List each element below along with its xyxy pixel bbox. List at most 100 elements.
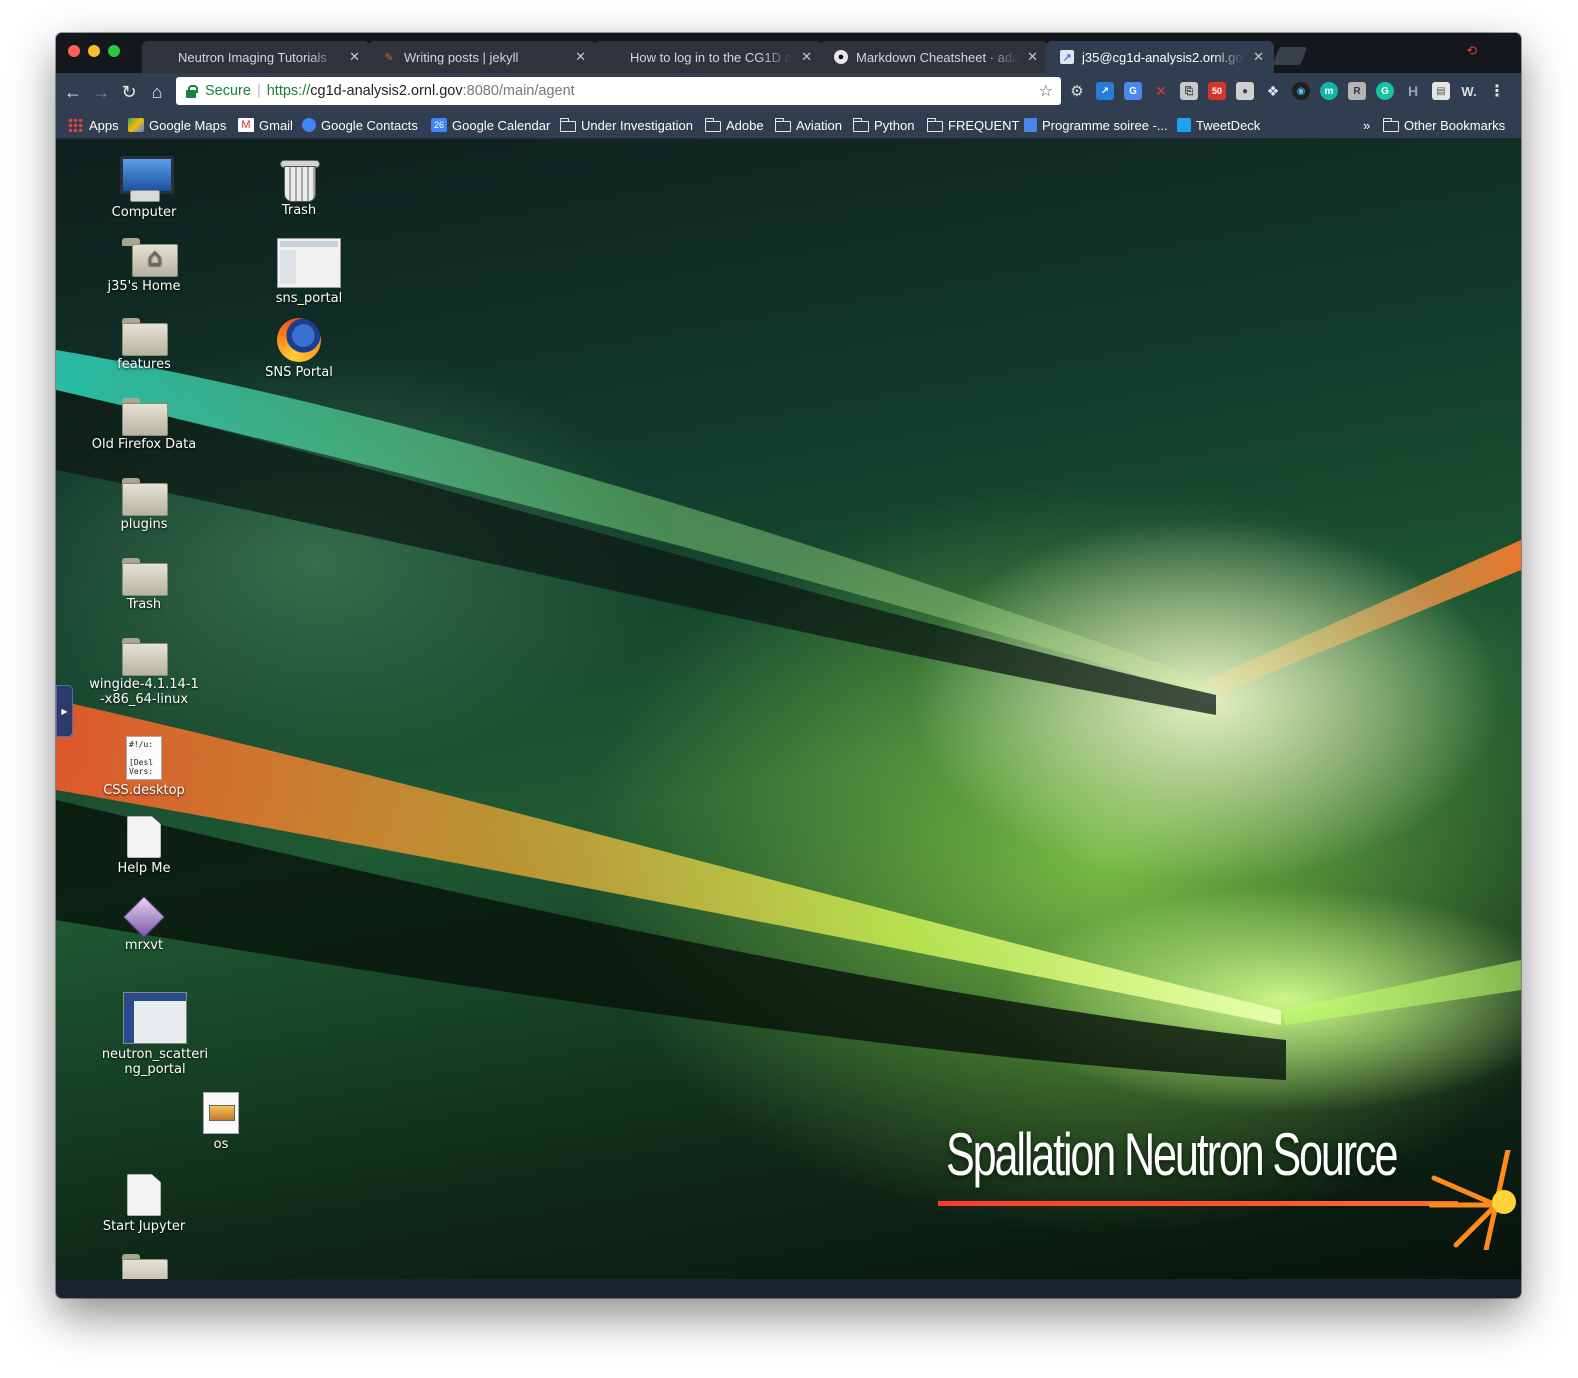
folder-icon (122, 1254, 168, 1279)
address-bar[interactable]: Secure | https:// cg1d-analysis2.ornl.go… (176, 77, 1061, 105)
zoom-window-button[interactable] (108, 45, 120, 57)
folder-icon (1382, 117, 1399, 132)
bookmark-aviation[interactable]: Aviation (774, 116, 842, 134)
wikiwand-icon[interactable]: W. (1460, 82, 1478, 100)
browser-window: Neutron Imaging Tutorials ✕ ✎ Writing po… (56, 33, 1521, 1298)
bookmark-adobe[interactable]: Adobe (704, 116, 764, 134)
gear-icon[interactable]: ⚙ (1068, 82, 1086, 100)
lock-icon (186, 84, 198, 98)
tab-title: Writing posts | jekyll (404, 49, 519, 65)
bookmark-other-bookmarks[interactable]: Other Bookmarks (1382, 116, 1505, 134)
tab-markdown-cheatsheet[interactable]: ● Markdown Cheatsheet · adam-p ✕ (820, 41, 1048, 73)
forward-icon[interactable]: → (90, 81, 112, 103)
blocker-icon[interactable]: ✕ (1152, 82, 1170, 100)
icon-label: Trash (126, 597, 162, 612)
bookmark-label: TweetDeck (1196, 117, 1261, 133)
hypothesis-icon[interactable]: H (1404, 82, 1422, 100)
desktop-icon-sns-portal[interactable]: SNS Portal (234, 318, 364, 380)
translate-icon[interactable]: G (1124, 82, 1142, 100)
camera-icon[interactable]: ◉ (1292, 82, 1310, 100)
bookmark-google-maps[interactable]: Google Maps (128, 116, 226, 134)
desktop-icon-sns-portal-screenshot[interactable]: sns_portal (244, 238, 374, 306)
close-icon[interactable]: ✕ (349, 49, 360, 65)
bookmarks-overflow-button[interactable]: » (1363, 116, 1370, 134)
desktop-icon-old-firefox-data[interactable]: Old Firefox Data (79, 398, 209, 452)
close-icon[interactable]: ✕ (575, 49, 586, 65)
folder-icon (774, 117, 791, 132)
desktop-icon-trash[interactable]: Trash (234, 156, 364, 218)
tab-neutron-imaging[interactable]: Neutron Imaging Tutorials ✕ (142, 41, 370, 73)
bookmark-frequent[interactable]: FREQUENT (926, 116, 1020, 134)
desktop-icon-trash-folder[interactable]: Trash (79, 558, 209, 612)
close-window-button[interactable] (68, 45, 80, 57)
desktop-icon-computer[interactable]: Computer (79, 156, 209, 220)
bookmark-label: Apps (89, 117, 119, 133)
bookmark-google-contacts[interactable]: Google Contacts (302, 116, 418, 134)
clip-icon[interactable]: ⎘ (1180, 82, 1198, 100)
bookmark-programme-soiree[interactable]: Programme soiree -... (1024, 116, 1168, 134)
bookmark-under-investigation[interactable]: Under Investigation (559, 116, 693, 134)
home-folder-icon (122, 238, 178, 277)
desktop-icon-features[interactable]: features (79, 318, 209, 372)
firefox-icon (277, 318, 321, 362)
bookmark-python[interactable]: Python (852, 116, 914, 134)
tab-title: Neutron Imaging Tutorials (178, 49, 327, 65)
bookmark-label: FREQUENT (948, 117, 1020, 133)
maps-icon (128, 118, 144, 132)
bookmark-tweetdeck[interactable]: TweetDeck (1177, 116, 1260, 134)
apps-grid-icon (68, 118, 84, 132)
reload-icon[interactable]: ↻ (118, 81, 140, 103)
icon-label: SNS Portal (265, 365, 333, 380)
desktop-icon-css-desktop[interactable]: #!/u: [Desl Vers: CSS.desktop (79, 736, 209, 798)
desktop-icon-start-jupyter[interactable]: Start Jupyter (79, 1174, 209, 1234)
bookmark-google-calendar[interactable]: 26 Google Calendar (431, 116, 550, 134)
sync-icon[interactable]: ⟲ (1466, 43, 1477, 59)
tab-title: j35@cg1d-analysis2.ornl.gov (1082, 49, 1246, 65)
new-tab-button[interactable] (1272, 47, 1308, 65)
desktop-icon-neutron-scattering-portal[interactable]: neutron_scattering_portal (90, 992, 220, 1077)
minimize-window-button[interactable] (88, 45, 100, 57)
secure-label: Secure (205, 83, 251, 99)
blank-document-icon (127, 816, 161, 858)
desktop-icon-os[interactable]: os (156, 1092, 286, 1152)
mercury-icon[interactable]: m (1320, 82, 1338, 100)
close-icon[interactable]: ✕ (1027, 49, 1038, 65)
bookmark-label: Google Calendar (452, 117, 551, 133)
remote-desktop-icon: ↗ (1060, 50, 1074, 64)
bookmark-gmail[interactable]: M Gmail (238, 116, 293, 134)
desktop-icon-help-me[interactable]: Help Me (79, 816, 209, 876)
tab-remote-desktop[interactable]: ↗ j35@cg1d-analysis2.ornl.gov ✕ (1046, 41, 1274, 73)
tab-writing-posts[interactable]: ✎ Writing posts | jekyll ✕ (368, 41, 596, 73)
desktop-icon-home[interactable]: j35's Home (79, 238, 209, 294)
icon-label: wingide-4.1.14-1-x86_64-linux (89, 677, 199, 707)
desktop-icon-mrxvt[interactable]: mrxvt (79, 895, 209, 953)
close-icon[interactable]: ✕ (1253, 49, 1264, 65)
bookmark-apps[interactable]: Apps (68, 116, 119, 134)
folder-icon (122, 318, 168, 356)
dropbox-icon[interactable]: ❖ (1264, 82, 1282, 100)
icon-label: neutron_scattering_portal (101, 1047, 209, 1077)
icon-label: Old Firefox Data (91, 437, 197, 452)
doc-extension-icon[interactable]: ▤ (1432, 82, 1450, 100)
folder-icon (704, 117, 721, 132)
right-orange-streak (1206, 540, 1521, 695)
desktop-icon-wingide[interactable]: wingide-4.1.14-1-x86_64-linux (79, 638, 209, 707)
back-icon[interactable]: ← (62, 81, 84, 103)
evernote-icon[interactable]: ● (1236, 82, 1254, 100)
grammarly-icon[interactable]: G (1376, 82, 1394, 100)
url-scheme: https:// (266, 83, 311, 99)
bookmark-star-icon[interactable]: ☆ (1039, 81, 1053, 101)
mail-icon[interactable]: 50 (1208, 82, 1226, 100)
web-shortcut-icon (123, 992, 187, 1044)
blank-document-icon (127, 1174, 161, 1216)
desktop-icon-folder-partial[interactable] (79, 1254, 209, 1279)
reader-icon[interactable]: R (1348, 82, 1366, 100)
close-icon[interactable]: ✕ (801, 49, 812, 65)
remote-desktop[interactable]: ▶ Computer j35's Home features Old Firef… (56, 140, 1521, 1279)
extension-arrow-icon[interactable]: ↗ (1096, 82, 1114, 100)
tab-cg1d-login[interactable]: How to log in to the CG1D analysis ✕ (594, 41, 822, 73)
home-icon[interactable]: ⌂ (146, 81, 168, 103)
menu-kebab-icon[interactable]: ⋮ (1488, 82, 1506, 100)
side-panel-handle[interactable]: ▶ (56, 685, 73, 737)
desktop-icon-plugins[interactable]: plugins (79, 478, 209, 532)
